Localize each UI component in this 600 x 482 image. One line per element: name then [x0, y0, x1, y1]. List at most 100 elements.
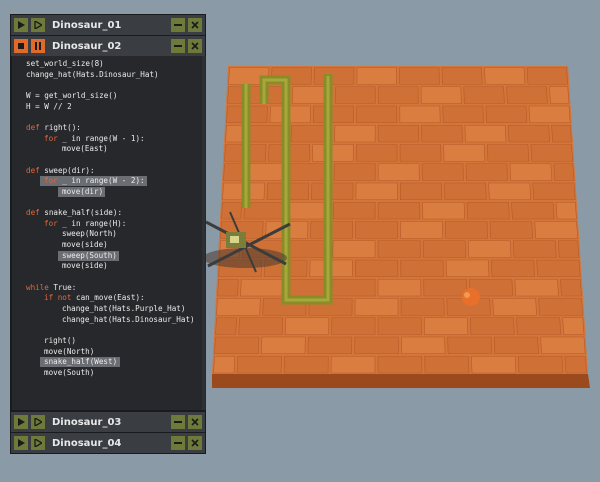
soil-tile	[443, 144, 486, 162]
code-keyword: for	[44, 176, 58, 186]
close-button[interactable]	[188, 39, 202, 53]
code-line: right()	[44, 335, 77, 345]
soil-tile	[286, 278, 330, 297]
soil-tile	[555, 201, 577, 220]
soil-tile	[260, 336, 306, 355]
code-line: def sweep(dir):	[26, 165, 95, 175]
soil-tile	[399, 182, 443, 201]
soil-tile	[489, 221, 534, 239]
code-line: for _ in range(H):	[44, 218, 127, 228]
play-icon	[18, 21, 25, 29]
soil-tile	[355, 182, 398, 201]
soil-tile	[444, 221, 489, 239]
soil-tile	[491, 259, 535, 278]
close-button[interactable]	[188, 436, 202, 450]
close-icon	[191, 21, 199, 29]
soil-tile	[332, 240, 376, 258]
farm-board-side	[212, 374, 590, 388]
scrollbar[interactable]	[202, 56, 205, 410]
soil-tile	[377, 355, 423, 374]
soil-tile	[466, 201, 510, 220]
soil-tile	[354, 259, 399, 278]
step-button[interactable]	[31, 415, 45, 429]
soil-tile	[484, 67, 526, 85]
code-keyword: def	[26, 165, 40, 175]
code-line: move(South)	[44, 367, 95, 377]
minimize-button[interactable]	[171, 39, 185, 53]
minimize-icon	[174, 45, 182, 47]
play-button[interactable]	[14, 18, 28, 32]
play-button[interactable]	[14, 436, 28, 450]
soil-tile	[331, 278, 376, 297]
minimize-button[interactable]	[171, 436, 185, 450]
step-button[interactable]	[31, 436, 45, 450]
soil-tile	[553, 163, 575, 181]
soil-tile	[514, 278, 559, 297]
code-line: change_hat(Hats.Purple_Hat)	[62, 303, 186, 313]
minimize-button[interactable]	[171, 415, 185, 429]
code-line: for _ in range(W - 1):	[44, 133, 145, 143]
code-line: move(dir)	[62, 186, 104, 196]
soil-tile	[467, 240, 512, 258]
soil-tile	[238, 317, 284, 335]
soil-tile	[377, 317, 422, 335]
window-titlebar: Dinosaur_01	[11, 15, 205, 35]
soil-tile	[400, 336, 446, 355]
close-icon	[191, 42, 199, 50]
minimize-button[interactable]	[171, 18, 185, 32]
window-titlebar: Dinosaur_03	[11, 412, 205, 432]
soil-tile	[562, 317, 585, 335]
soil-tile	[528, 105, 571, 124]
soil-tile	[333, 201, 376, 220]
close-button[interactable]	[188, 18, 202, 32]
code-keyword: if not	[44, 293, 72, 303]
soil-tile	[356, 105, 398, 124]
code-line: snake_half(West)	[44, 357, 118, 367]
close-icon	[191, 439, 199, 447]
soil-tile	[377, 240, 421, 258]
code-line: for _ in range(W - 2):	[44, 176, 145, 186]
soil-tile	[399, 144, 442, 162]
soil-tile	[532, 182, 576, 201]
code-line: H = W // 2	[26, 101, 72, 111]
soil-tile	[549, 86, 570, 104]
close-button[interactable]	[188, 415, 202, 429]
soil-tile	[526, 67, 569, 85]
step-button[interactable]	[31, 18, 45, 32]
soil-tile	[421, 163, 464, 181]
soil-tile	[334, 86, 376, 104]
window-title: Dinosaur_03	[52, 416, 122, 428]
soil-tile	[560, 278, 582, 297]
code-line: change_hat(Hats.Dinosaur_Hat)	[62, 314, 195, 324]
soil-tile	[421, 124, 463, 143]
stop-button[interactable]	[14, 39, 28, 53]
soil-tile	[424, 355, 470, 374]
code-line: move(side)	[62, 261, 108, 271]
soil-tile	[564, 355, 587, 374]
pause-button[interactable]	[31, 39, 45, 53]
dinosaur-04-window: Dinosaur_04	[10, 432, 206, 454]
soil-tile	[377, 201, 421, 220]
play-button[interactable]	[14, 415, 28, 429]
soil-tile	[464, 124, 507, 143]
pause-icon	[35, 42, 41, 50]
pumpkin	[462, 288, 480, 306]
soil-tile	[492, 298, 537, 316]
dinosaur-01-window: Dinosaur_01	[10, 14, 206, 36]
soil-tile	[423, 278, 468, 297]
soil-tile	[445, 259, 490, 278]
soil-tile	[557, 240, 580, 258]
soil-tile	[213, 355, 236, 374]
code-editor[interactable]: set_world_size(8) change_hat(Hats.Dinosau…	[11, 56, 206, 410]
soil-tile	[334, 124, 376, 143]
soil-tile	[516, 317, 562, 335]
code-keyword: for	[44, 218, 58, 228]
soil-tile	[216, 298, 261, 316]
soil-tile	[507, 124, 551, 143]
step-icon	[34, 21, 42, 29]
code-line: sweep(South)	[62, 250, 117, 260]
soil-tile	[512, 240, 557, 258]
soil-tile	[313, 67, 355, 85]
soil-tile	[471, 355, 517, 374]
soil-tile	[441, 67, 483, 85]
